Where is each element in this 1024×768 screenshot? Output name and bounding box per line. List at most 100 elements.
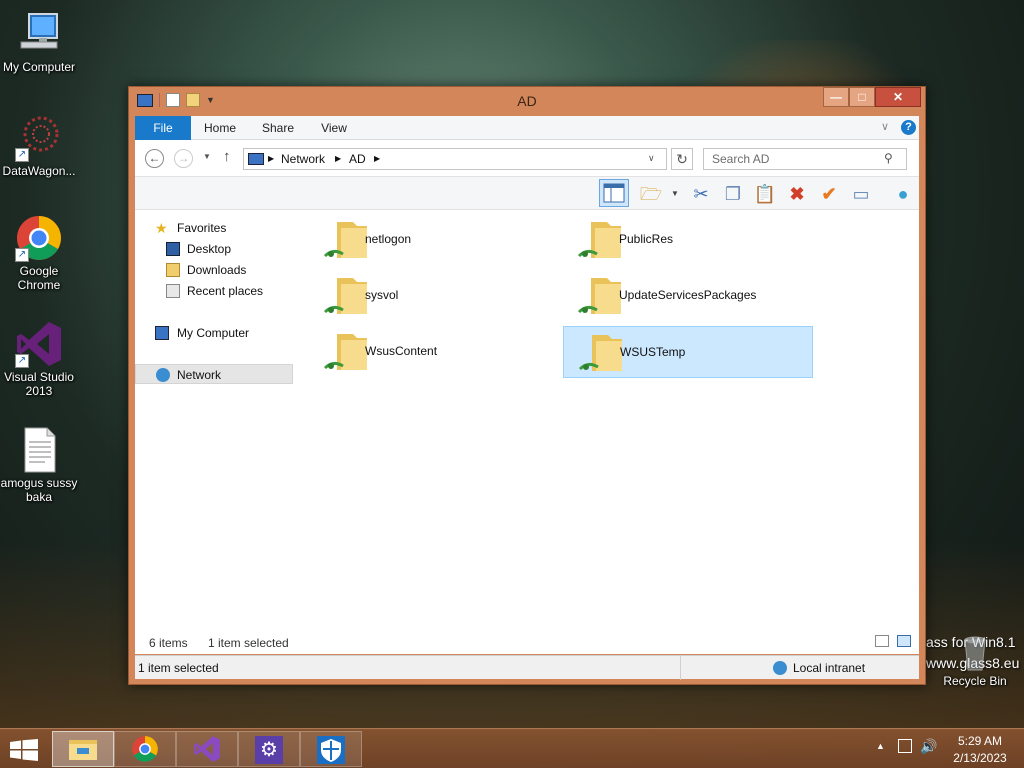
taskbar-settings[interactable]: ⚙ — [238, 731, 300, 767]
tab-view[interactable]: View — [311, 116, 357, 140]
recycle-bin-label: Recycle Bin — [943, 674, 1007, 688]
desktop-icon-visual-studio[interactable]: ↗ Visual Studio 2013 — [0, 320, 78, 398]
star-icon: ★ — [155, 220, 168, 236]
datawagon-icon: ↗ — [15, 114, 63, 162]
tab-home[interactable]: Home — [195, 116, 245, 140]
preview-pane-button[interactable] — [599, 179, 629, 207]
folder-item[interactable]: PublicRes — [563, 214, 813, 266]
nav-label: My Computer — [177, 326, 250, 340]
details-view-icon[interactable] — [875, 635, 889, 647]
nav-label: Favorites — [177, 221, 227, 235]
network-tray-icon[interactable] — [898, 739, 912, 753]
address-bar[interactable]: ▶ Network ▶ AD ▶ ∨ — [243, 148, 667, 170]
selection-count: 1 item selected — [208, 636, 289, 650]
nav-label: Network — [177, 368, 222, 382]
checkmark-icon[interactable]: ✔ — [817, 182, 841, 206]
folder-item[interactable]: UpdateServicesPackages — [563, 270, 813, 322]
ribbon-tabs: File Home Share View ∨ ? — [135, 116, 919, 140]
minimize-button[interactable]: — — [823, 87, 849, 107]
visual-studio-icon — [194, 736, 220, 762]
folder-item[interactable]: sysvol — [309, 270, 559, 322]
taskbar: ⚙ ▲ 🔊 5:29 AM 2/13/2023 — [0, 728, 1024, 768]
divider — [680, 656, 681, 680]
large-icons-view-icon[interactable] — [897, 635, 911, 647]
explorer-window[interactable]: ▼ AD — □ ✕ File Home Share View ∨ ? ← → … — [128, 86, 926, 685]
windows-logo-icon — [10, 739, 38, 761]
desktop-icon-datawagon[interactable]: ↗ DataWagon... — [0, 114, 78, 178]
nav-favorites[interactable]: ★ Favorites — [135, 218, 293, 238]
taskbar-file-explorer[interactable] — [52, 731, 114, 767]
search-input[interactable]: Search AD ⚲ — [703, 148, 907, 170]
network-location-icon — [248, 153, 264, 165]
globe-icon[interactable]: ● — [891, 182, 915, 206]
tab-share[interactable]: Share — [253, 116, 303, 140]
tab-file[interactable]: File — [135, 116, 191, 140]
file-list: netlogon PublicRes sysvol UpdateServices… — [295, 210, 919, 652]
search-icon[interactable]: ⚲ — [884, 151, 893, 165]
select-folder-icon[interactable]: 🗁 — [639, 182, 663, 206]
desktop-icon-text-file[interactable]: amogus sussy baka — [0, 426, 78, 504]
clock[interactable]: 5:29 AM 2/13/2023 — [944, 734, 1016, 765]
bottom-selection-text: 1 item selected — [138, 661, 219, 675]
text-file-icon — [15, 426, 63, 474]
desktop-icon-my-computer[interactable]: My Computer — [0, 10, 78, 74]
folder-item[interactable]: netlogon — [309, 214, 559, 266]
taskbar-defender[interactable] — [300, 731, 362, 767]
folder-label: WsusContent — [365, 344, 438, 358]
chevron-right-icon[interactable]: ▶ — [335, 154, 341, 163]
visual-studio-icon: ↗ — [15, 320, 63, 368]
shield-icon — [317, 736, 345, 764]
recent-locations-icon[interactable]: ▼ — [203, 152, 211, 161]
dropdown-icon[interactable]: ▼ — [663, 182, 687, 206]
back-button[interactable]: ← — [145, 149, 164, 168]
desktop-icon-label: Google Chrome — [17, 264, 61, 292]
address-dropdown-icon[interactable]: ∨ — [648, 153, 655, 164]
gear-icon: ⚙ — [255, 736, 283, 764]
taskbar-visual-studio[interactable] — [176, 731, 238, 767]
delete-icon[interactable]: ✖ — [785, 182, 809, 206]
paste-icon[interactable]: 📋 — [753, 182, 777, 206]
start-button[interactable] — [10, 739, 38, 761]
address-row: ← → ▼ ↑ ▶ Network ▶ AD ▶ ∨ ↻ Search AD ⚲ — [135, 140, 919, 176]
nav-network[interactable]: Network — [135, 364, 293, 384]
help-icon[interactable]: ? — [901, 120, 916, 135]
title-bar[interactable]: ▼ AD — □ ✕ — [129, 87, 925, 115]
shared-folder-icon — [577, 278, 621, 314]
nav-downloads[interactable]: Downloads — [135, 260, 293, 280]
recent-places-icon — [166, 284, 180, 298]
desktop-icon-recycle-bin[interactable]: Recycle Bin — [936, 632, 1014, 688]
refresh-button[interactable]: ↻ — [671, 148, 693, 170]
desktop-icon-label: My Computer — [2, 60, 76, 74]
network-icon — [156, 368, 170, 382]
breadcrumb-ad[interactable]: AD — [349, 152, 366, 166]
chrome-icon — [132, 736, 158, 762]
rename-icon[interactable]: ▭ — [849, 182, 873, 206]
forward-button[interactable]: → — [174, 149, 193, 168]
volume-icon[interactable]: 🔊 — [920, 738, 937, 755]
shortcut-arrow-icon: ↗ — [15, 248, 29, 262]
nav-recent-places[interactable]: Recent places — [135, 281, 293, 301]
up-arrow-icon[interactable]: ↑ — [223, 148, 231, 165]
taskbar-chrome[interactable] — [114, 731, 176, 767]
item-count: 6 items — [149, 636, 188, 650]
copy-icon[interactable]: ❐ — [721, 182, 745, 206]
nav-my-computer[interactable]: My Computer — [135, 323, 293, 343]
desktop-icon-chrome[interactable]: ↗ Google Chrome — [0, 214, 78, 292]
maximize-button[interactable]: □ — [849, 87, 875, 107]
computer-icon — [15, 10, 63, 58]
folder-item-selected[interactable]: WSUSTemp — [563, 326, 813, 378]
breadcrumb-network[interactable]: Network — [281, 152, 325, 166]
desktop-icon-label: amogus sussy baka — [0, 476, 78, 504]
navigation-pane: ★ Favorites Desktop Downloads Recent pla… — [135, 210, 295, 652]
expand-ribbon-icon[interactable]: ∨ — [881, 120, 889, 133]
file-explorer-icon — [69, 740, 97, 760]
chevron-right-icon[interactable]: ▶ — [374, 154, 380, 163]
close-button[interactable]: ✕ — [875, 87, 921, 107]
folder-item[interactable]: WsusContent — [309, 326, 559, 378]
command-toolbar: 🗁 ▼ ✂ ❐ 📋 ✖ ✔ ▭ ● — [135, 176, 919, 210]
nav-desktop[interactable]: Desktop — [135, 239, 293, 259]
folder-label: PublicRes — [619, 232, 674, 246]
show-hidden-icons-icon[interactable]: ▲ — [876, 741, 885, 751]
cut-icon[interactable]: ✂ — [689, 182, 713, 206]
chevron-right-icon[interactable]: ▶ — [268, 154, 274, 163]
